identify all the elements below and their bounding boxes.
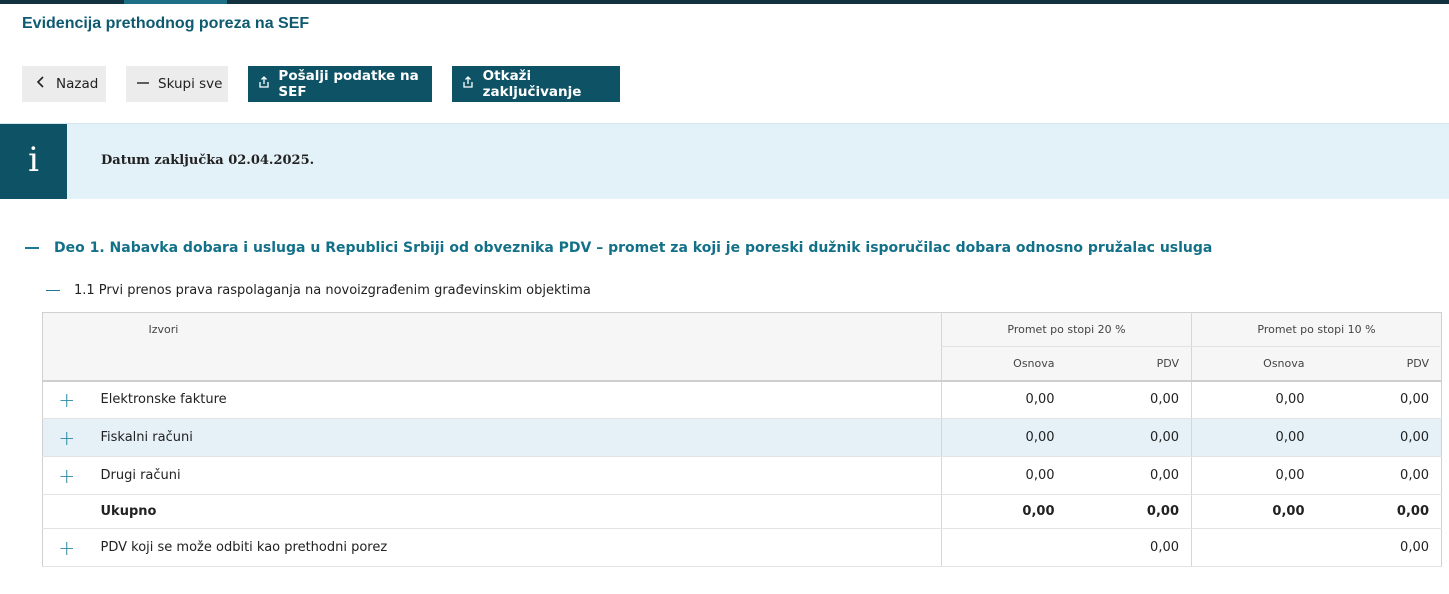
closing-date-text: Datum zaključka 02.04.2025. bbox=[101, 153, 315, 168]
send-to-sef-label: Pošalji podatke na SEF bbox=[278, 68, 419, 100]
osnova-10-cell: 0,00 bbox=[1191, 418, 1317, 457]
pdv-20-cell: 0,00 bbox=[1066, 456, 1192, 495]
info-icon: i bbox=[0, 124, 67, 199]
pdv-20-total: 0,00 bbox=[1066, 494, 1192, 529]
osnova-20-cell: 0,00 bbox=[941, 418, 1067, 457]
plus-icon[interactable]: + bbox=[42, 456, 91, 495]
pdv-10-total: 0,00 bbox=[1316, 494, 1442, 529]
collapse-dash-icon bbox=[25, 247, 39, 249]
row-label: Elektronske fakture bbox=[90, 380, 942, 419]
pdv-10-deductible: 0,00 bbox=[1316, 528, 1442, 567]
total-row: Ukupno 0,00 0,00 0,00 0,00 bbox=[42, 494, 1442, 529]
cancel-closing-label: Otkaži zaključivanje bbox=[482, 68, 582, 100]
osnova-20-cell: 0,00 bbox=[941, 380, 1067, 419]
pdv-10-header: PDV bbox=[1316, 346, 1442, 382]
send-to-sef-button[interactable]: Pošalji podatke na SEF bbox=[248, 66, 432, 102]
back-button-label: Nazad bbox=[56, 76, 99, 92]
osnova-10-cell: 0,00 bbox=[1191, 456, 1317, 495]
pdv-10-cell: 0,00 bbox=[1316, 418, 1442, 457]
section-1-1-header[interactable]: 1.1 Prvi prenos prava raspolaganja na no… bbox=[46, 283, 591, 298]
collapse-dash-icon bbox=[46, 289, 60, 292]
deductible-row: + PDV koji se može odbiti kao prethodni … bbox=[42, 528, 1442, 567]
cancel-closing-button[interactable]: Otkaži zaključivanje bbox=[452, 66, 620, 102]
table-subheader-row: Osnova PDV Osnova PDV bbox=[42, 346, 1442, 382]
collapse-all-button[interactable]: Skupi sve bbox=[126, 66, 228, 102]
osnova-20-total: 0,00 bbox=[941, 494, 1067, 529]
plus-icon[interactable]: + bbox=[42, 418, 91, 457]
section-1-header[interactable]: Deo 1. Nabavka dobara i usluga u Republi… bbox=[25, 240, 1212, 256]
osnova-20-cell: 0,00 bbox=[941, 456, 1067, 495]
back-button[interactable]: Nazad bbox=[22, 66, 106, 102]
osnova-10-total: 0,00 bbox=[1191, 494, 1317, 529]
pdv-20-cell: 0,00 bbox=[1066, 418, 1192, 457]
page-header: Evidencija prethodnog poreza na SEF bbox=[0, 4, 1449, 46]
deductible-label: PDV koji se može odbiti kao prethodni po… bbox=[90, 528, 942, 567]
section-1-title: Deo 1. Nabavka dobara i usluga u Republi… bbox=[54, 240, 1213, 256]
pdv-20-deductible: 0,00 bbox=[1066, 528, 1192, 567]
osnova-10-cell: 0,00 bbox=[1191, 380, 1317, 419]
osnova-10-header: Osnova bbox=[1191, 346, 1317, 382]
chevron-left-icon bbox=[34, 76, 48, 92]
pdv-20-cell: 0,00 bbox=[1066, 380, 1192, 419]
row-label: Fiskalni računi bbox=[90, 418, 942, 457]
table-row: + Fiskalni računi 0,00 0,00 0,00 0,00 bbox=[42, 418, 1442, 457]
section-1-1-title: 1.1 Prvi prenos prava raspolaganja na no… bbox=[74, 283, 591, 298]
minus-icon bbox=[136, 76, 150, 92]
total-label: Ukupno bbox=[90, 494, 942, 529]
share-upload-icon bbox=[258, 76, 270, 92]
izvori-header: Izvori bbox=[90, 312, 942, 347]
share-upload-icon bbox=[462, 76, 475, 92]
osnova-20-header: Osnova bbox=[941, 346, 1067, 382]
collapse-all-label: Skupi sve bbox=[158, 76, 223, 92]
pdv-20-header: PDV bbox=[1066, 346, 1192, 382]
rate-20-header: Promet po stopi 20 % bbox=[941, 312, 1192, 347]
row-label: Drugi računi bbox=[90, 456, 942, 495]
pdv-10-cell: 0,00 bbox=[1316, 456, 1442, 495]
page-title: Evidencija prethodnog poreza na SEF bbox=[22, 15, 310, 32]
sources-table: Izvori Promet po stopi 20 % Promet po st… bbox=[42, 312, 1442, 567]
table-row: + Elektronske fakture 0,00 0,00 0,00 0,0… bbox=[42, 380, 1442, 419]
rate-10-header: Promet po stopi 10 % bbox=[1191, 312, 1442, 347]
pdv-10-cell: 0,00 bbox=[1316, 380, 1442, 419]
table-row: + Drugi računi 0,00 0,00 0,00 0,00 bbox=[42, 456, 1442, 495]
plus-icon[interactable]: + bbox=[42, 528, 91, 567]
table-header-row: Izvori Promet po stopi 20 % Promet po st… bbox=[42, 312, 1442, 347]
plus-icon[interactable]: + bbox=[42, 380, 91, 419]
info-banner: i Datum zaključka 02.04.2025. bbox=[0, 123, 1449, 199]
